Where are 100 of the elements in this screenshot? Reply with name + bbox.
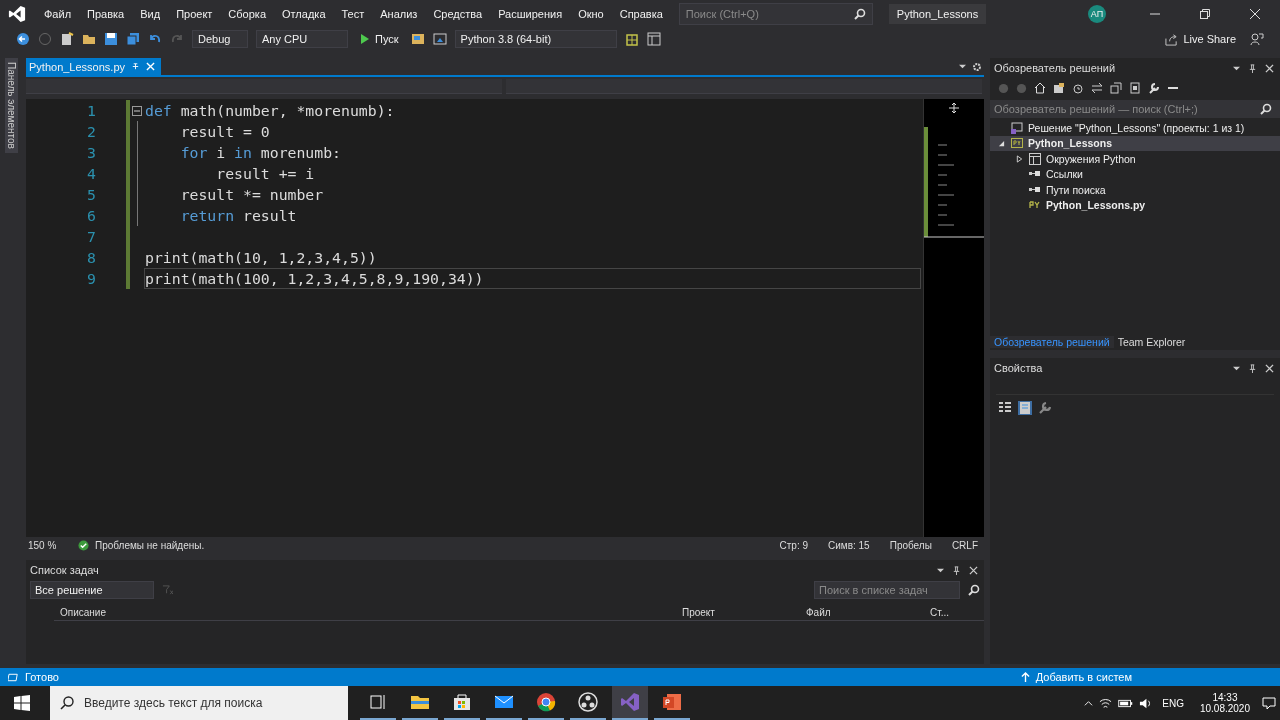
back-icon[interactable] xyxy=(16,32,30,46)
platform-dropdown[interactable]: Any CPU xyxy=(256,30,348,48)
chevron-up-icon[interactable] xyxy=(1084,698,1094,708)
search-input[interactable]: Поиск в списке задач xyxy=(819,584,955,596)
user-avatar[interactable]: АП xyxy=(1088,5,1106,23)
search-input[interactable]: Поиск (Ctrl+Q) xyxy=(685,4,850,24)
collapse-icon[interactable] xyxy=(132,105,142,116)
live-share-button[interactable]: Live Share xyxy=(1159,31,1242,47)
solution-name: Python_Lessons xyxy=(888,4,987,24)
home-icon[interactable] xyxy=(1034,82,1046,94)
notifications-icon[interactable] xyxy=(1262,696,1276,710)
code-line: return result xyxy=(179,206,298,226)
environment-dropdown[interactable]: Python 3.8 (64-bit) xyxy=(454,30,617,48)
column-header[interactable]: Проект xyxy=(682,606,806,618)
pin-icon[interactable] xyxy=(1248,63,1257,73)
history-icon[interactable] xyxy=(1072,82,1084,94)
run-button[interactable]: Пуск xyxy=(356,33,403,45)
caret-icon[interactable] xyxy=(1233,364,1240,372)
clock-date[interactable]: 10.08.2020 xyxy=(1199,703,1250,714)
screen-icon[interactable] xyxy=(432,32,447,46)
tree-item[interactable]: Пути поиска xyxy=(990,182,1280,198)
feedback-icon[interactable] xyxy=(1250,32,1264,46)
menu-item[interactable]: Анализ xyxy=(372,8,426,20)
collapse-all-icon[interactable] xyxy=(1110,82,1122,94)
package-icon[interactable] xyxy=(624,32,639,46)
close-icon[interactable] xyxy=(1265,363,1274,373)
browser-icon xyxy=(536,692,556,712)
scope-dropdown[interactable]: Все решение xyxy=(30,581,154,599)
upload-icon[interactable] xyxy=(1020,671,1030,683)
menu-item[interactable]: Тест xyxy=(333,8,373,20)
search-field[interactable]: Поиск (Ctrl+Q) xyxy=(678,3,873,25)
show-all-icon[interactable] xyxy=(1129,82,1141,94)
issues-status[interactable]: Проблемы не найдены. xyxy=(95,539,205,551)
windows-start-icon[interactable] xyxy=(14,695,30,711)
wifi-icon[interactable] xyxy=(1099,696,1113,710)
cursor-info[interactable]: CRLF xyxy=(951,539,978,551)
cursor-info[interactable]: Симв: 15 xyxy=(828,539,870,551)
close-icon[interactable] xyxy=(1249,8,1261,20)
panel-title: Свойства xyxy=(994,362,1043,374)
menu-item[interactable]: Файл xyxy=(36,8,80,20)
menu-item[interactable]: Окно xyxy=(570,8,612,20)
categorized-icon[interactable] xyxy=(998,401,1012,415)
caret-icon[interactable] xyxy=(937,566,944,574)
layout-icon[interactable] xyxy=(646,32,661,46)
language-indicator[interactable]: ENG xyxy=(1162,697,1184,709)
tree-item[interactable]: Ссылки xyxy=(990,166,1280,182)
code-line: def math(number, *morenumb): xyxy=(144,101,396,121)
menu-item[interactable]: Расширения xyxy=(490,8,571,20)
caret-icon[interactable] xyxy=(1233,64,1240,72)
code-minimap[interactable] xyxy=(923,99,984,537)
menu-item[interactable]: Вид xyxy=(132,8,169,20)
source-control-button[interactable]: Добавить в систем xyxy=(1035,671,1132,683)
menu-item[interactable]: Отладка xyxy=(274,8,334,20)
tree-item[interactable]: Python_Lessons xyxy=(990,135,1280,151)
new-project-icon[interactable] xyxy=(60,32,74,46)
close-icon[interactable] xyxy=(969,565,978,575)
browser-icon[interactable] xyxy=(410,32,425,46)
expanded-icon[interactable] xyxy=(997,139,1005,147)
clock-time[interactable]: 14:33 xyxy=(1212,692,1238,703)
pin-icon[interactable] xyxy=(1248,363,1257,373)
split-icon[interactable] xyxy=(949,103,959,113)
search-field[interactable]: Поиск в списке задач xyxy=(814,581,960,599)
close-icon[interactable] xyxy=(1265,63,1274,73)
line-number: 9 xyxy=(86,270,96,287)
tree-item[interactable]: Решение "Python_Lessons" (проекты: 1 из 1) xyxy=(990,120,1280,136)
caret-icon[interactable] xyxy=(959,63,966,70)
folders-icon[interactable] xyxy=(1053,82,1065,94)
menu-item[interactable]: Правка xyxy=(79,8,133,20)
battery-icon[interactable] xyxy=(1118,698,1134,708)
menu-item[interactable]: Сборка xyxy=(220,8,274,20)
tree-item[interactable]: Окружения Python xyxy=(990,151,1280,167)
restore-icon[interactable] xyxy=(1199,8,1211,20)
cursor-info[interactable]: Стр: 9 xyxy=(779,539,808,551)
settings-icon[interactable] xyxy=(972,61,982,72)
properties-icon[interactable] xyxy=(1018,401,1032,415)
folder-icon[interactable] xyxy=(82,32,96,46)
toolbox-tab[interactable]: Панель элементов xyxy=(4,58,18,153)
code-line: result = 0 xyxy=(179,122,271,142)
share-icon xyxy=(1165,32,1179,46)
play-icon xyxy=(360,34,370,44)
zoom-dropdown[interactable]: 150 % xyxy=(28,539,72,551)
line-number: 4 xyxy=(86,165,96,182)
collapsed-icon[interactable] xyxy=(1015,154,1023,163)
configuration-dropdown[interactable]: Debug xyxy=(192,30,248,48)
line-number: 3 xyxy=(86,144,96,161)
search-icon[interactable] xyxy=(968,584,980,596)
column-header[interactable]: Описание xyxy=(54,606,682,618)
panel-tab[interactable]: Team Explorer xyxy=(1113,336,1190,348)
menu-item[interactable]: Проект xyxy=(168,8,221,20)
sync-icon[interactable] xyxy=(1091,82,1103,94)
column-header[interactable]: Файл xyxy=(806,606,930,618)
pin-icon[interactable] xyxy=(952,565,961,575)
menu-item[interactable]: Справка xyxy=(611,8,671,20)
menu-item[interactable]: Средства xyxy=(425,8,491,20)
column-header[interactable]: Ст... xyxy=(930,606,950,618)
save-icon[interactable] xyxy=(104,32,118,46)
cursor-info[interactable]: Пробелы xyxy=(889,539,932,551)
tree-item[interactable]: Python_Lessons.py xyxy=(990,197,1280,213)
panel-tab[interactable]: Обозреватель решений xyxy=(990,336,1114,348)
save-all-icon[interactable] xyxy=(126,32,140,46)
